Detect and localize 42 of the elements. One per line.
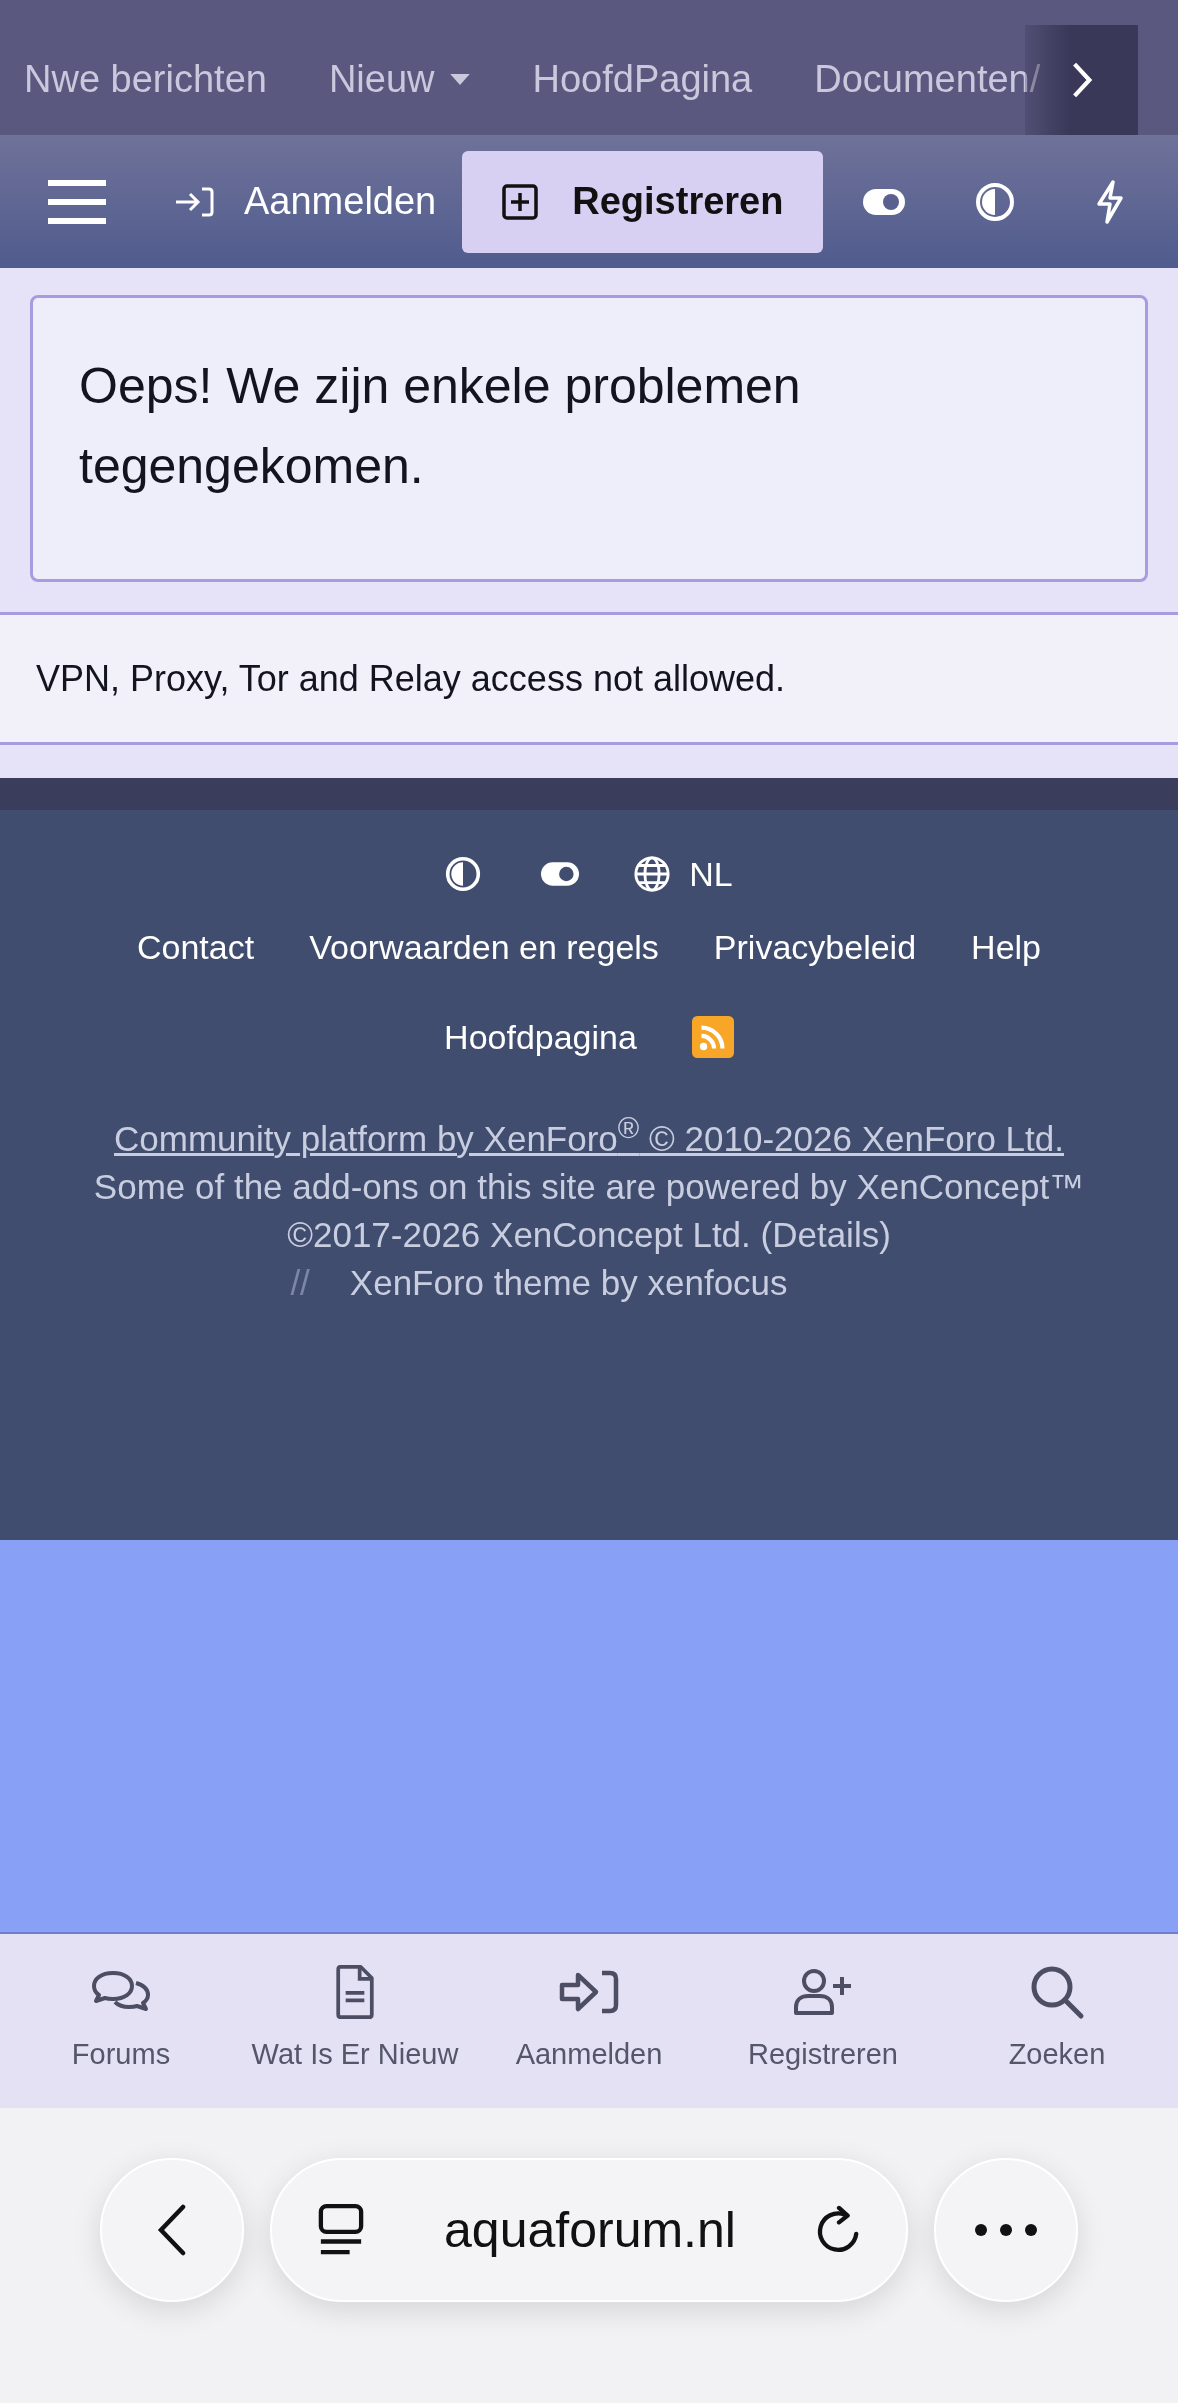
plus-square-icon (502, 183, 539, 220)
footer-link[interactable]: Voorwaarden en regels (309, 927, 659, 967)
register-button[interactable]: Registreren (462, 150, 824, 253)
url-text: aquaforum.nl (444, 2201, 736, 2259)
rss-icon[interactable] (691, 1016, 734, 1058)
nav-link[interactable]: Nieuw (328, 58, 471, 101)
nav-link[interactable]: Documenten/ (814, 58, 1041, 101)
tab-bar-item[interactable]: Wat Is Er Nieuw (238, 1934, 472, 2108)
caret-icon (448, 73, 471, 86)
lightning-icon[interactable] (1095, 179, 1126, 224)
page-icon[interactable] (318, 2203, 364, 2257)
chevron-right-icon (1070, 61, 1093, 99)
separator: // (290, 1261, 310, 1304)
toggle-icon[interactable] (541, 862, 580, 886)
more-icon (974, 2223, 1038, 2237)
footer-link[interactable]: Hoofdpagina (444, 1017, 637, 1057)
addons-text: ©2017-2026 XenConcept Ltd. (Details) (286, 1213, 892, 1256)
search-icon (1029, 1964, 1085, 2020)
error-message: VPN, Proxy, Tor and Relay access not allowed. (36, 657, 786, 700)
contrast-icon[interactable] (975, 181, 1016, 222)
error-title: Oeps! We zijn enkele problemen tegengekomen. (79, 357, 802, 496)
footer-link[interactable]: Help (971, 927, 1041, 967)
menu-icon[interactable] (48, 179, 106, 224)
tab-bar-item[interactable]: Forums (4, 1934, 238, 2108)
copyright-link[interactable]: Community platform by XenForo$^{®}$ © 2010-2026 XenForo Ltd. (114, 1118, 1064, 1158)
toggle-icon[interactable] (863, 188, 906, 215)
tab-bar-item[interactable]: Zoeken (940, 1934, 1174, 2108)
address-bar[interactable]: aquaforum.nl (270, 2158, 908, 2302)
globe-icon (633, 855, 672, 893)
language-link[interactable]: NL (633, 854, 733, 894)
footer-link[interactable]: Privacybeleid (713, 927, 917, 967)
theme-credit: XenForo theme by xenfocus (349, 1261, 788, 1304)
back-icon (157, 2204, 187, 2256)
contrast-icon[interactable] (445, 856, 482, 892)
tab-bar-item[interactable]: Registreren (706, 1934, 940, 2108)
tab-bar-item[interactable]: Aanmelden (472, 1934, 706, 2108)
document-icon (333, 1964, 377, 2020)
nav-link[interactable]: Nwe berichten (24, 58, 267, 101)
login-icon (174, 185, 214, 218)
footer-link[interactable]: Contact (137, 927, 255, 967)
nav-link[interactable]: HoofdPagina (532, 58, 753, 101)
login-button[interactable]: Aanmelden (154, 151, 457, 252)
